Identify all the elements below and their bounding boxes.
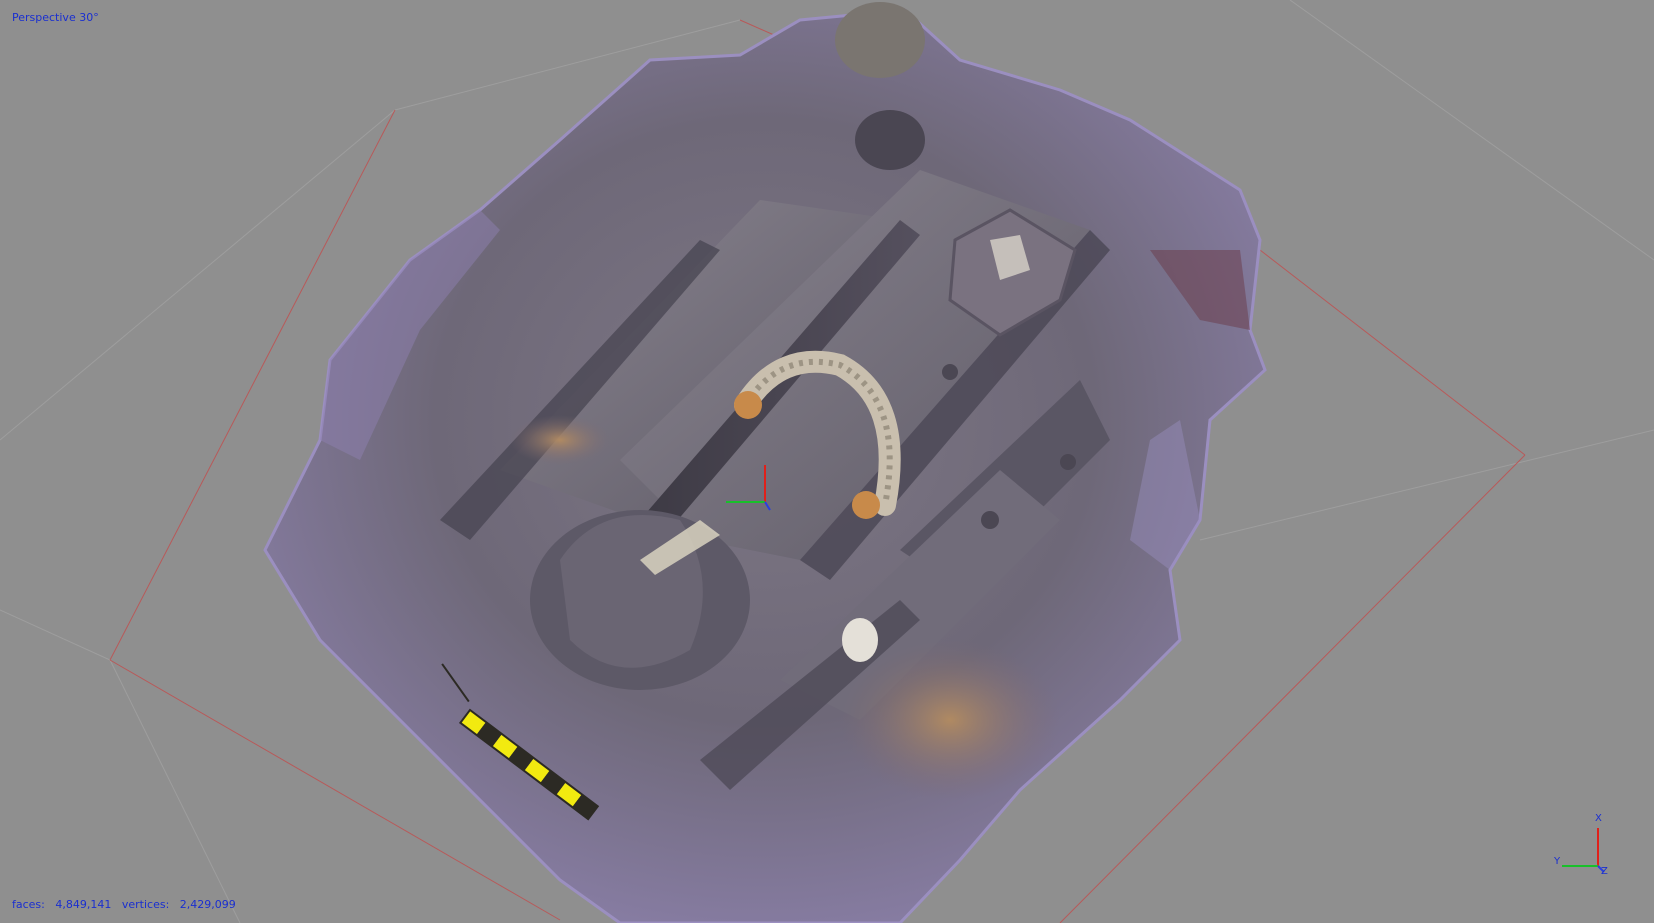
axis-orientation-icon: X Y Z [1546, 808, 1608, 878]
axis-x-label: X [1595, 813, 1602, 824]
photogrammetry-mesh[interactable] [263, 2, 1267, 923]
axis-y-label: Y [1554, 856, 1561, 867]
mesh-scene[interactable] [0, 0, 1654, 923]
mesh-stats: faces: 4,849,141 vertices: 2,429,099 [12, 898, 236, 911]
faces-value: 4,849,141 [55, 898, 112, 911]
vertices-label: vertices: [121, 898, 170, 911]
faces-label: faces: [12, 898, 45, 911]
vertices-value: 2,429,099 [179, 898, 236, 911]
view-mode-label: Perspective 30° [12, 11, 99, 24]
3d-viewport[interactable]: Perspective 30° faces: 4,849,141 vertice… [0, 0, 1654, 923]
axis-z-label: Z [1601, 866, 1608, 877]
rust-patch [840, 640, 1060, 800]
post [835, 2, 925, 78]
